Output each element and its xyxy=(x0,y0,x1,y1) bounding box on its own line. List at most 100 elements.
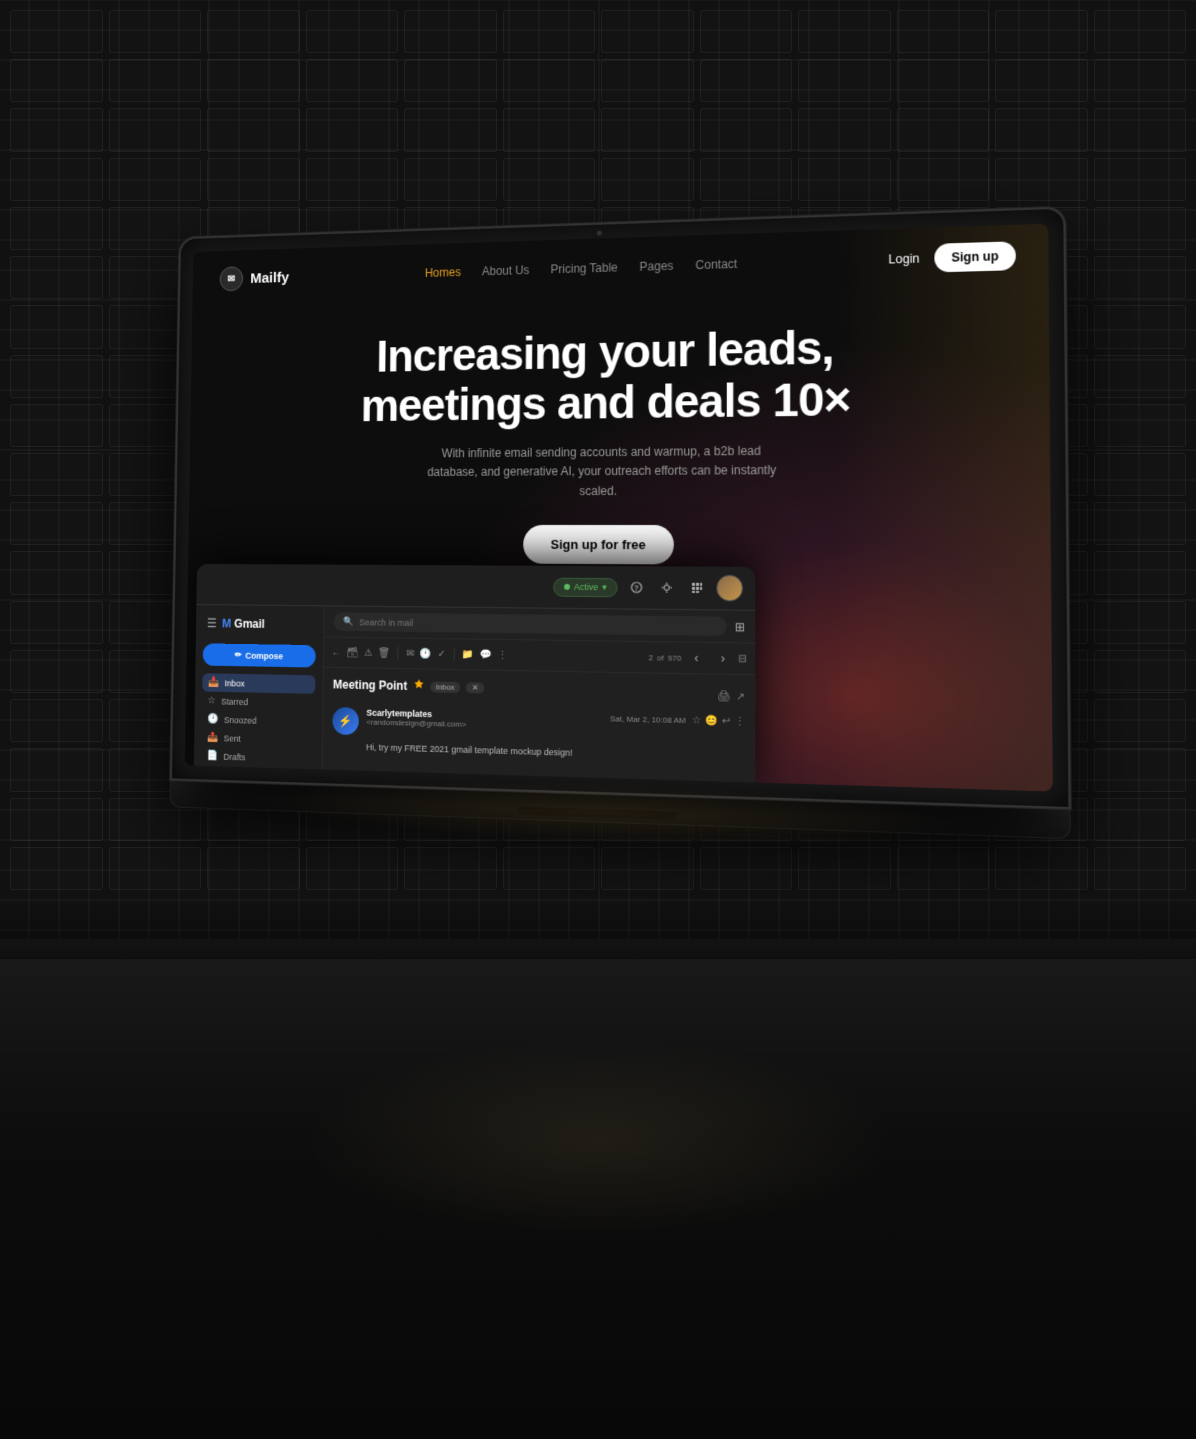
email-content: Meeting Point Inbox ✕ 🖨 ↗ xyxy=(322,668,755,792)
view-mode-icon[interactable]: ⊟ xyxy=(738,653,747,664)
pattern-cell xyxy=(404,847,497,890)
signup-button[interactable]: Sign up xyxy=(934,241,1016,272)
pattern-cell xyxy=(700,158,793,201)
starred-label: Starred xyxy=(221,696,248,706)
active-chevron: ▾ xyxy=(602,582,607,593)
snoozed-label: Snoozed xyxy=(224,715,257,725)
login-button[interactable]: Login xyxy=(889,251,920,266)
pattern-cell xyxy=(1094,699,1187,742)
site-logo: ✉ Mailfy xyxy=(219,265,289,292)
active-label: Active xyxy=(574,582,598,592)
pattern-cell xyxy=(10,748,103,791)
back-icon[interactable]: ← xyxy=(331,647,340,658)
pattern-cell xyxy=(700,59,793,102)
nav-link-homes[interactable]: Homes xyxy=(425,265,461,280)
pattern-cell xyxy=(306,108,399,151)
spam-icon[interactable]: ⚠ xyxy=(364,647,373,658)
clock-icon[interactable]: 🕐 xyxy=(420,648,432,659)
hero-title-line1: Increasing your leads, xyxy=(376,321,834,382)
archive-icon[interactable]: 🗃 xyxy=(346,647,358,658)
page-back-button[interactable]: ‹ xyxy=(685,647,707,670)
pattern-cell xyxy=(109,847,202,890)
page-forward-button[interactable]: › xyxy=(712,647,735,670)
star-action-icon[interactable]: ☆ xyxy=(692,715,701,726)
pattern-cell xyxy=(10,601,103,644)
gmail-text: Gmail xyxy=(234,617,265,631)
pattern-cell xyxy=(503,158,596,201)
pattern-cell xyxy=(306,847,399,890)
more-action-icon[interactable]: ⋮ xyxy=(735,716,745,728)
pattern-cell xyxy=(601,847,694,890)
pattern-cell xyxy=(1094,798,1187,841)
compose-button[interactable]: ✏ Compose xyxy=(203,643,316,667)
nav-link-contact[interactable]: Contact xyxy=(695,257,737,272)
hero-cta-button[interactable]: Sign up for free xyxy=(523,525,674,564)
pattern-cell xyxy=(1094,453,1187,496)
pattern-cell xyxy=(1094,650,1187,693)
sender-avatar: ⚡ xyxy=(332,707,359,735)
reply-action-icon[interactable]: ↩ xyxy=(722,716,731,727)
sent-label: Sent xyxy=(224,733,241,743)
print-icon[interactable]: 🖨 xyxy=(717,691,730,703)
pattern-cell xyxy=(109,10,202,53)
sidebar-item-drafts[interactable]: 📄 Drafts xyxy=(201,746,314,768)
pattern-cell xyxy=(10,798,103,841)
sent-icon: 📤 xyxy=(207,732,218,743)
pattern-cell xyxy=(1094,847,1187,890)
email-action-icons: ☆ 😊 ↩ ⋮ xyxy=(692,715,745,728)
more-icon[interactable]: ⋮ xyxy=(498,649,508,660)
inbox-icon: 📥 xyxy=(208,677,219,688)
gmail-top-right: Active ▾ ? xyxy=(553,574,743,602)
external-link-icon[interactable]: ↗ xyxy=(736,691,745,702)
logo-name: Mailfy xyxy=(250,269,289,286)
pattern-cell xyxy=(1094,502,1187,545)
pattern-cell xyxy=(207,108,300,151)
active-dot xyxy=(564,584,570,590)
check-icon[interactable]: ✓ xyxy=(438,648,446,659)
grid-button[interactable] xyxy=(686,577,708,600)
pattern-cell xyxy=(1094,551,1187,594)
hero-title-line2: meetings and deals 10× xyxy=(360,372,850,430)
mail-icon[interactable]: ✉ xyxy=(406,648,414,659)
logo-icon: ✉ xyxy=(219,266,243,291)
page-total: 970 xyxy=(668,653,682,662)
floor-light xyxy=(298,1039,898,1239)
pattern-cell xyxy=(1094,355,1187,398)
pattern-cell xyxy=(10,10,103,53)
page-info: 2 of 970 ‹ › ⊟ xyxy=(648,646,747,670)
user-avatar[interactable] xyxy=(716,575,743,602)
chat-icon[interactable]: 💬 xyxy=(480,649,492,660)
layout-toggle-icon[interactable]: ⊞ xyxy=(735,619,745,633)
close-badge[interactable]: ✕ xyxy=(466,682,484,693)
pattern-cell xyxy=(10,502,103,545)
pattern-cell xyxy=(798,108,891,151)
nav-link-pages[interactable]: Pages xyxy=(640,259,674,274)
laptop-screen-frame: ✉ Mailfy Homes About Us Pricing Table Pa… xyxy=(170,207,1071,810)
gmail-main-pane: 🔍 Search in mail ⊞ ← 🗃 ⚠ 🗑 xyxy=(322,606,755,791)
pattern-cell xyxy=(10,453,103,496)
pattern-cell xyxy=(10,59,103,102)
email-subject: Meeting Point xyxy=(333,678,407,693)
pattern-cell xyxy=(109,158,202,201)
inbox-label: Inbox xyxy=(224,678,244,688)
folder-icon[interactable]: 📁 xyxy=(462,649,474,660)
sidebar-item-inbox[interactable]: 📥 Inbox xyxy=(202,673,315,694)
delete-icon[interactable]: 🗑 xyxy=(378,648,390,659)
pattern-cell xyxy=(1094,404,1187,447)
nav-link-pricing[interactable]: Pricing Table xyxy=(551,261,618,277)
pattern-cell xyxy=(404,158,497,201)
settings-button[interactable] xyxy=(656,576,678,598)
pattern-cell xyxy=(10,699,103,742)
pattern-cell xyxy=(10,404,103,447)
hamburger-icon[interactable]: ☰ xyxy=(207,617,217,631)
emoji-action-icon[interactable]: 😊 xyxy=(705,715,718,727)
pattern-cell xyxy=(404,10,497,53)
laptop-screen: ✉ Mailfy Homes About Us Pricing Table Pa… xyxy=(185,224,1053,792)
email-body-preview: Hi, try my FREE 2021 gmail template mock… xyxy=(366,741,745,764)
nav-link-about[interactable]: About Us xyxy=(482,263,530,278)
help-button[interactable]: ? xyxy=(625,576,647,598)
pattern-cell xyxy=(601,59,694,102)
search-input-wrapper[interactable]: 🔍 Search in mail xyxy=(334,612,727,636)
pattern-cell xyxy=(109,59,202,102)
pattern-cell xyxy=(503,108,596,151)
